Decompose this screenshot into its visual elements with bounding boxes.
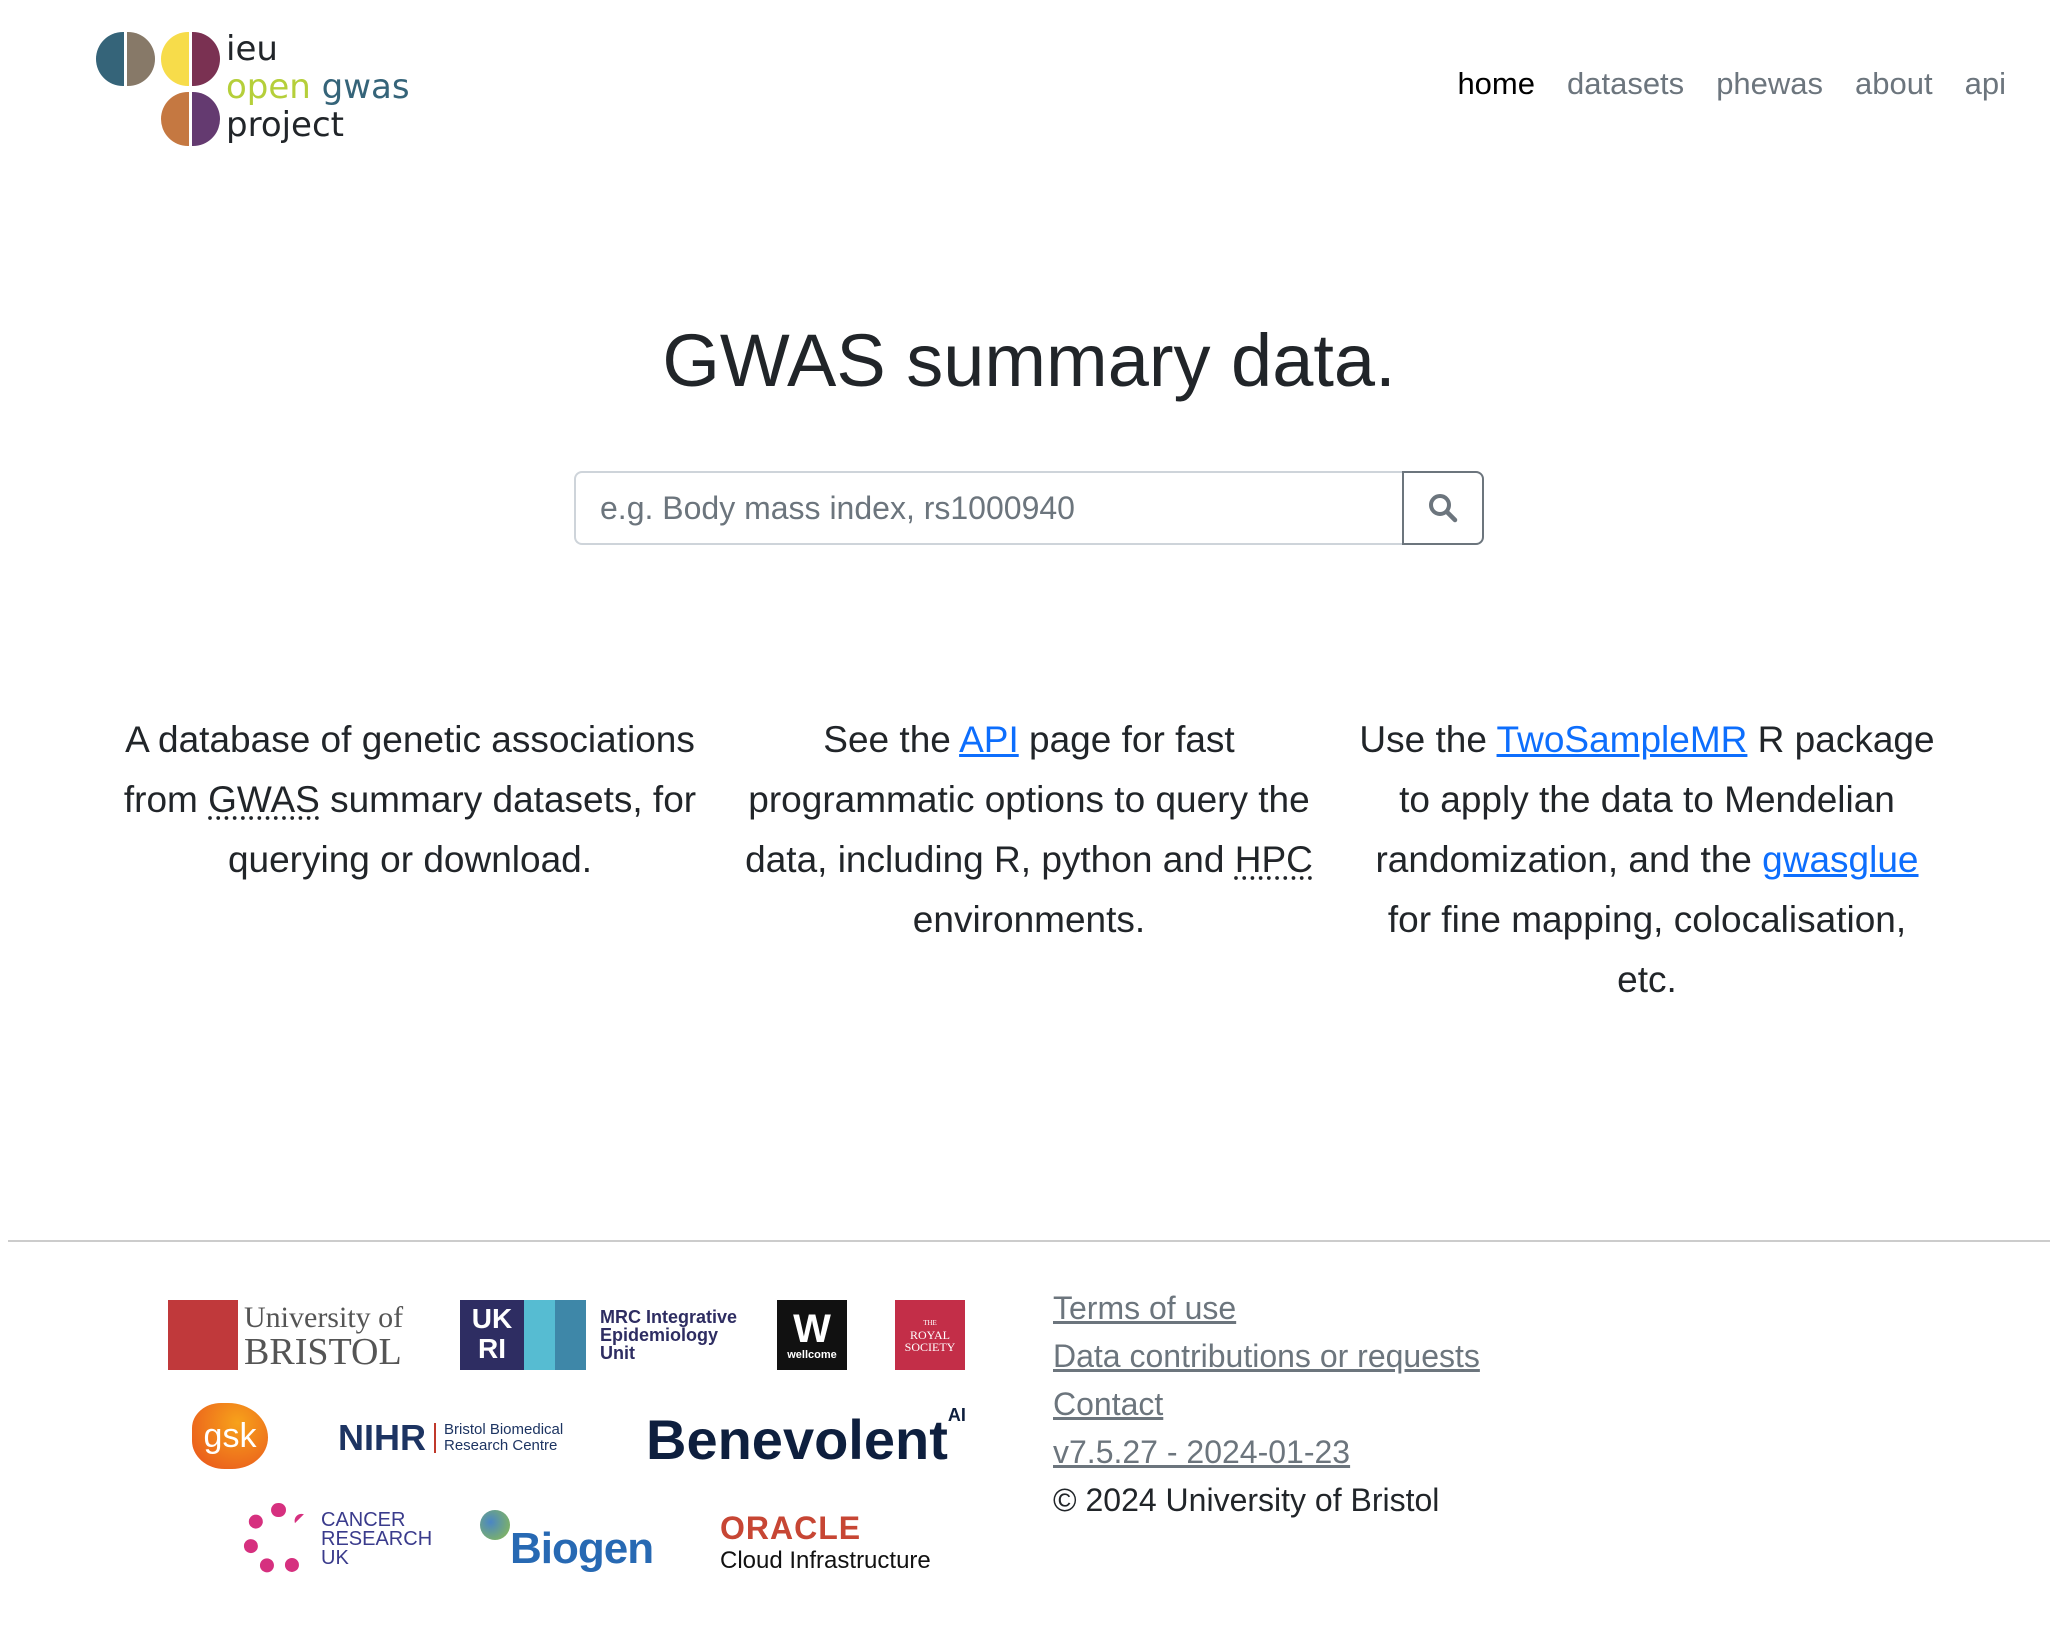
logo-text-project: project (226, 105, 345, 145)
logo-text: UK (471, 1303, 513, 1334)
logo-text: Bristol Biomedical (444, 1421, 564, 1438)
bristol-logo: University of BRISTOL (168, 1300, 404, 1373)
search-button[interactable] (1402, 471, 1484, 545)
logo-text: MRC Integrative (600, 1307, 738, 1327)
logo-text: AI (947, 1405, 966, 1425)
nav-home[interactable]: home (1457, 66, 1535, 102)
nav-phewas[interactable]: phewas (1716, 66, 1823, 102)
logo-text: UK (321, 1546, 349, 1569)
feature-text: Use the (1359, 719, 1497, 760)
footer-divider (8, 1240, 2050, 1242)
hpc-abbr: HPC (1234, 839, 1313, 880)
feature-mr: Use the TwoSampleMR R package to apply t… (1357, 710, 1937, 1010)
nav-datasets[interactable]: datasets (1567, 66, 1684, 102)
logo-text: Benevolent (646, 1408, 948, 1471)
logo-shape (161, 32, 189, 86)
logo-text: RESEARCH (321, 1527, 433, 1550)
logo-text: NIHR (338, 1417, 426, 1458)
logo-text: ORACLE (720, 1510, 862, 1546)
oracle-logo: ORACLE Cloud Infrastructure (720, 1510, 931, 1575)
logo-shape (161, 92, 189, 146)
feature-text: See the (823, 719, 960, 760)
logo-text: gsk (203, 1416, 257, 1455)
logo-text: Epidemiology (600, 1325, 719, 1345)
feature-text: environments. (912, 899, 1146, 940)
benevolent-logo: Benevolent AI (646, 1405, 966, 1475)
wellcome-logo: W wellcome (777, 1300, 847, 1370)
cancer-research-uk-logo: CANCER RESEARCH UK (243, 1503, 432, 1575)
logo-text: RI (478, 1333, 506, 1364)
logo-text-open: open (226, 67, 311, 107)
feature-api: See the API page for fast programmatic o… (739, 710, 1319, 950)
logo-text: SOCIETY (904, 1340, 956, 1354)
logo-shape (127, 32, 155, 86)
royal-society-logo: THE ROYAL SOCIETY (895, 1300, 965, 1370)
search-input[interactable] (574, 471, 1402, 545)
contact-link[interactable]: Contact (1053, 1380, 1480, 1428)
logo-shape (192, 32, 220, 86)
data-contributions-link[interactable]: Data contributions or requests (1053, 1332, 1480, 1380)
twosamplemr-link[interactable]: TwoSampleMR (1497, 719, 1748, 760)
ukri-mrc-logo: UK RI MRC Integrative Epidemiology Unit (460, 1300, 737, 1370)
biogen-logo: Biogen (480, 1510, 654, 1574)
terms-link[interactable]: Terms of use (1053, 1284, 1480, 1332)
search-bar (574, 471, 1484, 545)
logo-text: Unit (600, 1343, 635, 1363)
logo-text: W (793, 1307, 831, 1351)
logo-text: BRISTOL (244, 1331, 402, 1373)
bristol-crest (168, 1300, 238, 1370)
logo-text: wellcome (787, 1349, 837, 1361)
site-logo[interactable]: ieu open gwas project (96, 29, 416, 149)
gwas-abbr: GWAS (208, 779, 320, 820)
logo-text: Research Centre (444, 1437, 558, 1454)
api-link[interactable]: API (959, 719, 1019, 760)
feature-text: for fine mapping, colocalisation, etc. (1387, 899, 1907, 1000)
feature-database: A database of genetic associations from … (120, 710, 700, 890)
page-title: GWAS summary data. (662, 319, 1396, 402)
cruk-c-mark (243, 1503, 315, 1575)
logo-text: CANCER (321, 1508, 406, 1531)
nav-about[interactable]: about (1855, 66, 1933, 102)
footer-links: Terms of use Data contributions or reque… (1053, 1284, 1480, 1524)
biogen-mark (480, 1510, 510, 1540)
logo-shape (96, 32, 124, 86)
copyright: © 2024 University of Bristol (1053, 1482, 1440, 1518)
search-icon (1429, 494, 1458, 523)
logo-text: University of (244, 1301, 404, 1334)
logo-text-ieu: ieu (226, 29, 278, 69)
version-link[interactable]: v7.5.27 - 2024-01-23 (1053, 1428, 1480, 1476)
logo-text: Cloud Infrastructure (720, 1547, 931, 1574)
logo-shape (192, 92, 220, 146)
logo-text: Biogen (510, 1524, 654, 1573)
ukri-shape (524, 1300, 586, 1370)
gwasglue-link[interactable]: gwasglue (1762, 839, 1918, 880)
nav-api[interactable]: api (1965, 66, 2006, 102)
main-nav: home datasets phewas about api (1457, 66, 2006, 102)
nihr-logo: NIHR Bristol Biomedical Research Centre (338, 1417, 564, 1458)
gsk-logo: gsk (192, 1403, 268, 1469)
logo-text-gwas: gwas (321, 67, 410, 107)
